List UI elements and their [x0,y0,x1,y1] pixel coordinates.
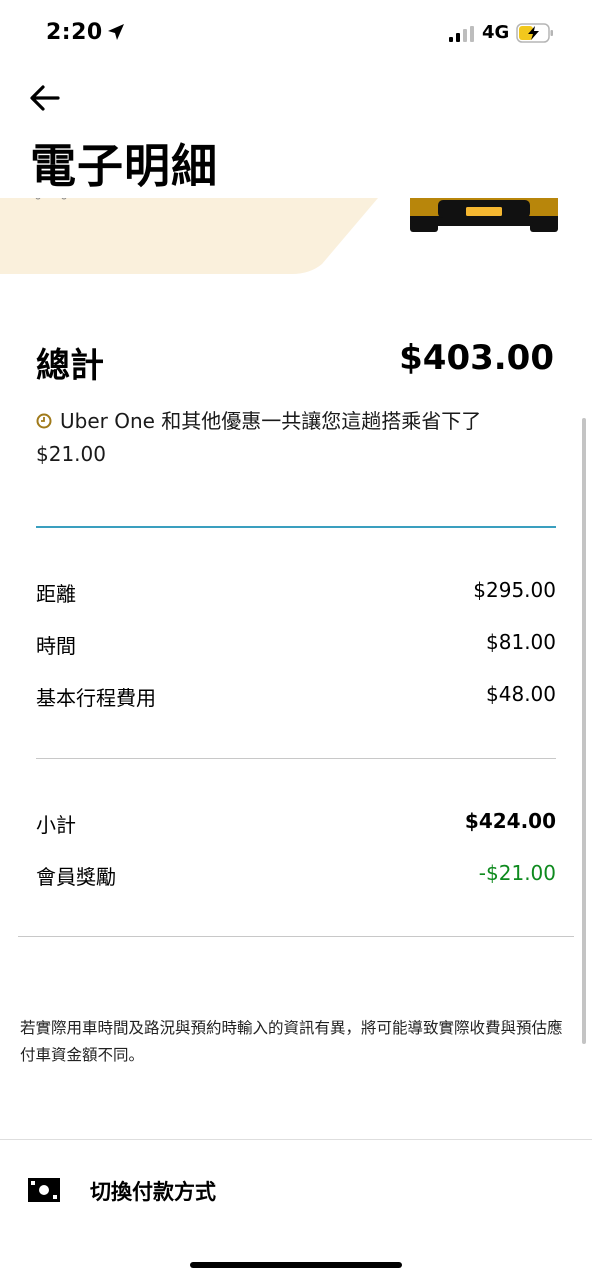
fare-row-label: 距離 [36,582,76,606]
fare-row-value: $48.00 [486,682,556,706]
subtotal-label: 小計 [36,813,76,837]
total-amount: $403.00 [399,338,554,378]
uber-one-icon [36,413,52,429]
fare-disclaimer: 若實際用車時間及路況與預約時輸入的資訊有異，將可能導致實際收費與預估應付車資金額… [20,1019,563,1064]
total-label: 總計 [36,346,104,386]
cellular-signal-icon [449,26,474,42]
network-type: 4G [482,22,510,43]
fare-row-distance: 距離 $295.00 [36,578,556,608]
switch-payment-method-label: 切換付款方式 [90,1180,216,1204]
switch-payment-method-button[interactable]: 切換付款方式 [0,1160,592,1220]
fare-row-label: 基本行程費用 [36,686,156,710]
location-arrow-icon [108,24,124,40]
divider [36,758,556,759]
status-time: 2:20 [46,20,103,45]
fare-row-base-fare: 基本行程費用 $48.00 [36,682,556,712]
page-title: 電子明細 [30,139,218,193]
home-indicator[interactable] [190,1262,402,1268]
status-bar: 2:20 4G [0,0,592,70]
back-arrow-button[interactable] [28,82,62,114]
subtotal-value: $424.00 [464,809,556,833]
member-reward-row: 會員獎勵 -$21.00 [36,861,556,891]
promo-text: Uber One 和其他優惠一共讓您這趟搭乘省下了 $21.00 [36,409,482,466]
fare-row-time: 時間 $81.00 [36,630,556,660]
section-accent-line [36,526,556,528]
car-illustration [410,198,558,232]
footer-divider [0,1139,592,1140]
divider [18,936,574,937]
member-reward-value: -$21.00 [478,861,556,885]
scrollbar[interactable] [582,418,586,1044]
member-reward-label: 會員獎勵 [36,865,116,889]
fare-row-label: 時間 [36,634,76,658]
battery-charging-icon [516,23,553,43]
cash-icon [28,1178,60,1202]
uber-one-savings-message: Uber One 和其他優惠一共讓您這趟搭乘省下了 $21.00 [36,405,556,471]
fare-row-value: $81.00 [486,630,556,654]
subtotal-row: 小計 $424.00 [36,809,556,839]
fare-row-value: $295.00 [473,578,556,602]
